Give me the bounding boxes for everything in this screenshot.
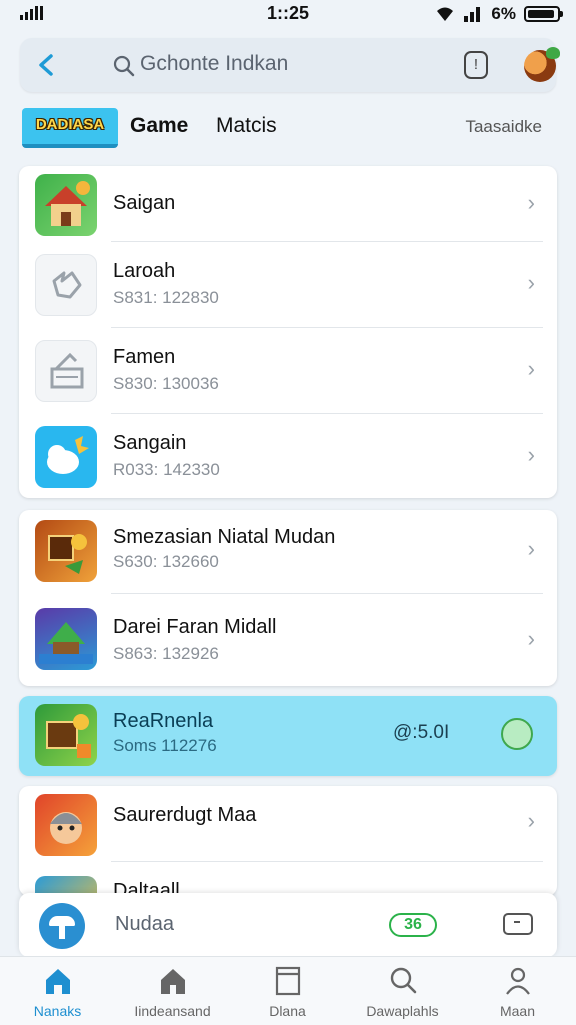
- cellular-icon: [464, 7, 481, 22]
- score-text: @:5.0I: [393, 722, 450, 743]
- nav-label: Maan: [499, 1003, 536, 1019]
- nav-label: Dlana: [269, 1003, 306, 1019]
- notification-button[interactable]: !: [464, 51, 488, 79]
- item-title: Laroah: [113, 260, 176, 282]
- chevron-right-icon: ›: [527, 356, 535, 381]
- game-thumbnail: [35, 520, 97, 582]
- nav-item-3[interactable]: Dlana: [230, 957, 345, 1025]
- game-thumbnail: [35, 174, 97, 236]
- list-item[interactable]: Darei Faran Midall S863: 132926 ›: [19, 594, 557, 686]
- nav-label: Dawaplahls: [366, 1003, 439, 1019]
- item-title: Sangain: [113, 432, 187, 454]
- item-title: ReaRnenla: [113, 710, 214, 732]
- game-thumbnail: [35, 704, 97, 766]
- game-thumbnail: [35, 254, 97, 316]
- search-icon: [390, 967, 417, 994]
- bottom-nav: Nanaks Iindeansand Dlana Dawaplahls Maan: [0, 956, 576, 1025]
- mini-player-label: Nudaa: [115, 913, 174, 935]
- list-item[interactable]: Saurerdugt Maa ›: [19, 786, 557, 862]
- house-outline-icon: [161, 969, 185, 994]
- battery-percent: 6%: [491, 4, 516, 23]
- chevron-left-icon: [39, 54, 53, 76]
- battery-icon: [524, 6, 563, 22]
- chat-icon[interactable]: [503, 913, 533, 935]
- item-subtitle: S830: 130036: [113, 374, 219, 393]
- nav-item-4[interactable]: Dawaplahls: [345, 957, 460, 1025]
- game-thumbnail: [35, 340, 97, 402]
- chevron-right-icon: ›: [527, 442, 535, 467]
- mini-player-badge[interactable]: 36: [389, 913, 437, 937]
- list-card-2: Smezasian Niatal Mudan S630: 132660 › Da…: [19, 510, 557, 686]
- nav-item-2[interactable]: Iindeansand: [115, 957, 230, 1025]
- item-subtitle: S831: 122830: [113, 288, 219, 307]
- item-subtitle: S863: 132926: [113, 644, 219, 663]
- item-title: Famen: [113, 346, 176, 368]
- tab-featured[interactable]: DADIASA: [22, 108, 118, 148]
- tab-matches[interactable]: Matcis: [216, 114, 277, 138]
- back-button[interactable]: [30, 48, 64, 82]
- status-bar: 1::25 6%: [0, 0, 576, 30]
- highlighted-list-item[interactable]: ReaRnenla Soms 112276 @:5.0I: [19, 696, 557, 776]
- nav-label: Iindeansand: [134, 1003, 211, 1019]
- search-input[interactable]: Gchonte Indkan: [140, 52, 288, 76]
- item-title: Saurerdugt Maa: [113, 804, 257, 826]
- chevron-right-icon: ›: [527, 808, 535, 833]
- list-item[interactable]: Sangain R033: 142330 ›: [19, 414, 557, 498]
- tab-game[interactable]: Game: [130, 114, 188, 138]
- app-logo-icon: [39, 903, 85, 949]
- item-subtitle: Soms 112276: [113, 736, 217, 755]
- list-item[interactable]: Famen S830: 130036 ›: [19, 328, 557, 414]
- tab-featured-label: DADIASA: [35, 116, 105, 133]
- list-card-3: Saurerdugt Maa › Daltaall: [19, 786, 557, 896]
- item-title: Saigan: [113, 192, 176, 214]
- user-icon: [506, 967, 530, 995]
- item-subtitle: R033: 142330: [113, 460, 220, 479]
- list-item[interactable]: Smezasian Niatal Mudan S630: 132660 ›: [19, 510, 557, 594]
- tab-right-link[interactable]: Taasaidke: [465, 117, 542, 137]
- item-title: Smezasian Niatal Mudan: [113, 526, 336, 548]
- home-icon: [46, 969, 70, 994]
- chevron-right-icon: ›: [527, 536, 535, 561]
- chevron-right-icon: ›: [527, 190, 535, 215]
- avatar[interactable]: [524, 47, 560, 82]
- game-thumbnail: [35, 608, 97, 670]
- nav-item-home[interactable]: Nanaks: [0, 957, 115, 1025]
- window-icon: [275, 966, 301, 996]
- list-item[interactable]: Laroah S831: 122830 ›: [19, 242, 557, 328]
- game-thumbnail: [35, 794, 97, 856]
- item-title: Darei Faran Midall: [113, 616, 277, 638]
- item-subtitle: S630: 132660: [113, 552, 219, 571]
- chevron-right-icon: ›: [527, 270, 535, 295]
- search-bar: Gchonte Indkan !: [20, 38, 560, 92]
- mini-player[interactable]: Nudaa 36: [19, 893, 557, 957]
- list-card-1: Saigan › Laroah S831: 122830 › Famen S83…: [19, 166, 557, 498]
- list-item[interactable]: Saigan ›: [19, 166, 557, 242]
- list-item[interactable]: Daltaall: [19, 862, 557, 896]
- chevron-right-icon: ›: [527, 626, 535, 651]
- wifi-icon: [437, 7, 454, 21]
- nav-item-5[interactable]: Maan: [460, 957, 575, 1025]
- status-indicator[interactable]: [501, 718, 533, 750]
- nav-label: Nanaks: [33, 1003, 82, 1019]
- game-thumbnail: [35, 426, 97, 488]
- search-icon: [113, 55, 135, 77]
